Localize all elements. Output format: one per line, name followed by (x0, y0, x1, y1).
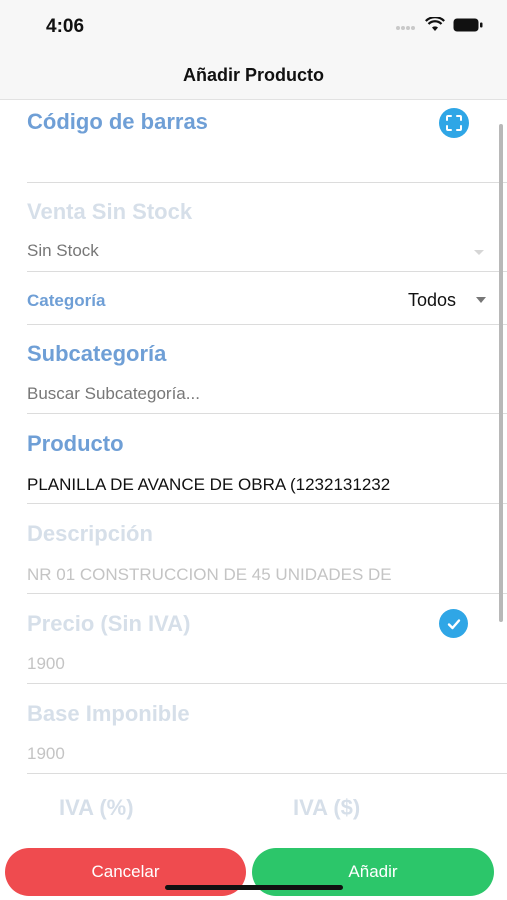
battery-icon (453, 18, 483, 31)
nav-bar: Añadir Producto (0, 52, 507, 100)
signal-icon (396, 25, 415, 30)
iva-amount-label: IVA ($) (293, 795, 361, 820)
divider (27, 413, 507, 414)
status-time: 4:06 (46, 16, 85, 37)
divider (27, 773, 507, 774)
checkmark-icon (447, 618, 460, 629)
divider (27, 182, 507, 183)
page-title: Añadir Producto (182, 65, 324, 85)
subcategory-search-input[interactable]: Buscar Subcategoría... (27, 384, 200, 404)
taxable-base-label: Base Imponible (27, 701, 190, 726)
divider (27, 683, 507, 684)
divider (27, 324, 507, 325)
category-select[interactable]: Todos (408, 290, 456, 311)
category-label: Categoría (27, 291, 106, 310)
description-label: Descripción (27, 521, 153, 546)
barcode-label: Código de barras (27, 109, 208, 134)
product-label: Producto (27, 431, 124, 456)
divider (27, 271, 507, 272)
scrollbar[interactable] (499, 124, 503, 622)
home-indicator (165, 885, 343, 890)
price-label: Precio (Sin IVA) (27, 611, 191, 636)
status-icons (395, 17, 483, 32)
scan-barcode-button[interactable] (439, 108, 469, 138)
iva-percent-label: IVA (%) (59, 795, 134, 820)
product-input[interactable]: PLANILLA DE AVANCE DE OBRA (1232131232 (27, 475, 390, 495)
barcode-input[interactable] (27, 149, 427, 175)
taxable-base-input[interactable]: 1900 (27, 744, 65, 764)
scan-icon (446, 115, 462, 131)
stock-chevron-down-icon (474, 250, 484, 255)
subcategory-label: Subcategoría (27, 341, 167, 366)
category-chevron-down-icon (476, 297, 486, 303)
divider (27, 503, 507, 504)
stock-select[interactable]: Sin Stock (27, 241, 99, 261)
price-input[interactable]: 1900 (27, 654, 65, 674)
wifi-icon (425, 17, 445, 31)
divider (27, 593, 507, 594)
description-input[interactable]: NR 01 CONSTRUCCION DE 45 UNIDADES DE (27, 565, 392, 585)
stock-label: Venta Sin Stock (27, 199, 193, 224)
includes-iva-checkbox[interactable] (439, 609, 468, 638)
status-bar: 4:06 (0, 0, 507, 52)
form-scroll[interactable]: Código de barras Venta Sin Stock Sin Sto… (0, 99, 507, 900)
